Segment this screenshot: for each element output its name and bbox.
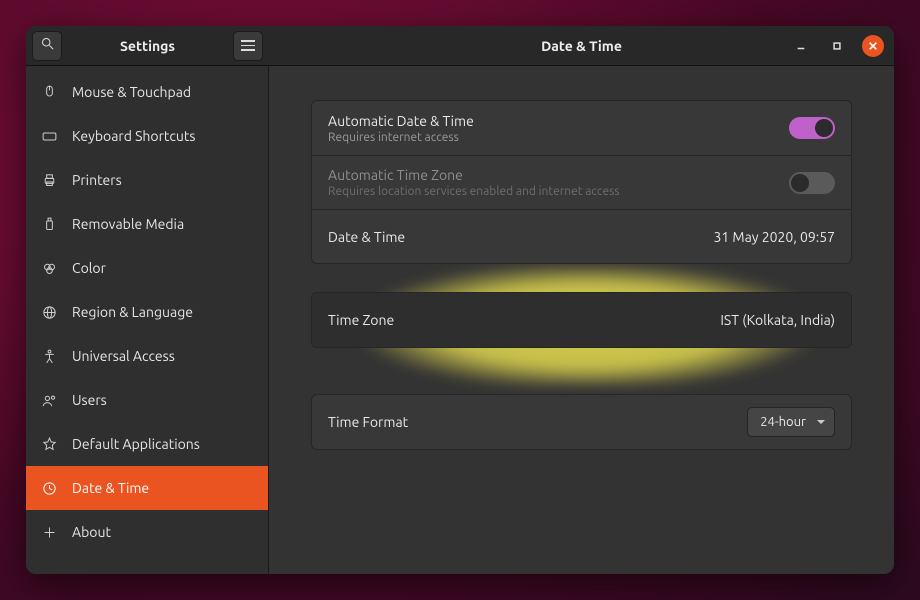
row-label: Automatic Time Zone bbox=[328, 167, 620, 183]
usb-icon bbox=[40, 215, 58, 233]
row-hint: Requires internet access bbox=[328, 131, 474, 144]
row-label: Date & Time bbox=[328, 229, 405, 245]
minimize-icon bbox=[796, 41, 806, 51]
content-area: Automatic Date & Time Requires internet … bbox=[269, 66, 894, 574]
close-button[interactable] bbox=[862, 35, 884, 57]
window-body: Mouse & Touchpad Keyboard Shortcuts Prin… bbox=[26, 66, 894, 574]
printer-icon bbox=[40, 171, 58, 189]
menu-button[interactable] bbox=[233, 31, 263, 61]
maximize-icon bbox=[832, 41, 842, 51]
search-icon bbox=[40, 36, 55, 55]
sidebar-item-label: Default Applications bbox=[72, 436, 200, 452]
mouse-icon bbox=[40, 83, 58, 101]
sidebar-item-date-time[interactable]: Date & Time bbox=[26, 466, 268, 510]
sidebar-item-printers[interactable]: Printers bbox=[26, 158, 268, 202]
toggle-auto-timezone[interactable] bbox=[789, 172, 835, 194]
clock-icon bbox=[40, 479, 58, 497]
sidebar-item-label: Universal Access bbox=[72, 348, 175, 364]
window-controls bbox=[790, 35, 894, 57]
row-auto-timezone[interactable]: Automatic Time Zone Requires location se… bbox=[312, 155, 851, 209]
sidebar-item-label: Printers bbox=[72, 172, 122, 188]
minimize-button[interactable] bbox=[790, 35, 812, 57]
row-label: Time Format bbox=[328, 414, 408, 430]
row-time-format: Time Format 24-hour bbox=[312, 395, 851, 449]
keyboard-icon bbox=[40, 127, 58, 145]
app-title: Settings bbox=[68, 38, 227, 54]
sidebar-item-label: Mouse & Touchpad bbox=[72, 84, 191, 100]
users-icon bbox=[40, 391, 58, 409]
sidebar-item-label: Removable Media bbox=[72, 216, 184, 232]
datetime-card: Automatic Date & Time Requires internet … bbox=[311, 100, 852, 264]
panel-stack: Automatic Date & Time Requires internet … bbox=[311, 100, 852, 450]
close-icon bbox=[868, 41, 878, 51]
sidebar-item-removable-media[interactable]: Removable Media bbox=[26, 202, 268, 246]
sidebar-item-default-apps[interactable]: Default Applications bbox=[26, 422, 268, 466]
sidebar-item-universal-access[interactable]: Universal Access bbox=[26, 334, 268, 378]
sidebar-item-color[interactable]: Color bbox=[26, 246, 268, 290]
sidebar-item-mouse-touchpad[interactable]: Mouse & Touchpad bbox=[26, 70, 268, 114]
sidebar-item-region-language[interactable]: Region & Language bbox=[26, 290, 268, 334]
sidebar-item-label: Color bbox=[72, 260, 106, 276]
row-timezone[interactable]: Time Zone IST (Kolkata, India) bbox=[312, 293, 851, 347]
timezone-value: IST (Kolkata, India) bbox=[720, 312, 835, 328]
sidebar-item-label: Keyboard Shortcuts bbox=[72, 128, 195, 144]
sidebar-item-users[interactable]: Users bbox=[26, 378, 268, 422]
datetime-value: 31 May 2020, 09:57 bbox=[713, 229, 835, 245]
star-icon bbox=[40, 435, 58, 453]
timeformat-card: Time Format 24-hour bbox=[311, 394, 852, 450]
plus-icon bbox=[40, 523, 58, 541]
titlebar-right: Date & Time bbox=[269, 26, 894, 65]
globe-icon bbox=[40, 303, 58, 321]
hamburger-icon bbox=[241, 40, 255, 51]
toggle-auto-datetime[interactable] bbox=[789, 117, 835, 139]
sidebar-item-label: Region & Language bbox=[72, 304, 193, 320]
sidebar-item-about[interactable]: About bbox=[26, 510, 268, 554]
sidebar-item-label: About bbox=[72, 524, 111, 540]
time-format-combobox[interactable]: 24-hour bbox=[747, 407, 835, 437]
sidebar[interactable]: Mouse & Touchpad Keyboard Shortcuts Prin… bbox=[26, 66, 269, 574]
timezone-card: Time Zone IST (Kolkata, India) bbox=[311, 292, 852, 348]
titlebar: Settings Date & Time bbox=[26, 26, 894, 66]
sidebar-item-label: Users bbox=[72, 392, 107, 408]
titlebar-left: Settings bbox=[26, 26, 269, 65]
accessibility-icon bbox=[40, 347, 58, 365]
search-button[interactable] bbox=[32, 31, 62, 61]
maximize-button[interactable] bbox=[826, 35, 848, 57]
row-label: Time Zone bbox=[328, 312, 394, 328]
row-auto-datetime[interactable]: Automatic Date & Time Requires internet … bbox=[312, 101, 851, 155]
sidebar-item-label: Date & Time bbox=[72, 480, 149, 496]
row-datetime[interactable]: Date & Time 31 May 2020, 09:57 bbox=[312, 209, 851, 263]
color-icon bbox=[40, 259, 58, 277]
row-hint: Requires location services enabled and i… bbox=[328, 185, 620, 198]
row-label: Automatic Date & Time bbox=[328, 113, 474, 129]
settings-window: Settings Date & Time bbox=[26, 26, 894, 574]
combo-value: 24-hour bbox=[760, 415, 806, 429]
sidebar-item-keyboard-shortcuts[interactable]: Keyboard Shortcuts bbox=[26, 114, 268, 158]
chevron-down-icon bbox=[816, 417, 826, 427]
